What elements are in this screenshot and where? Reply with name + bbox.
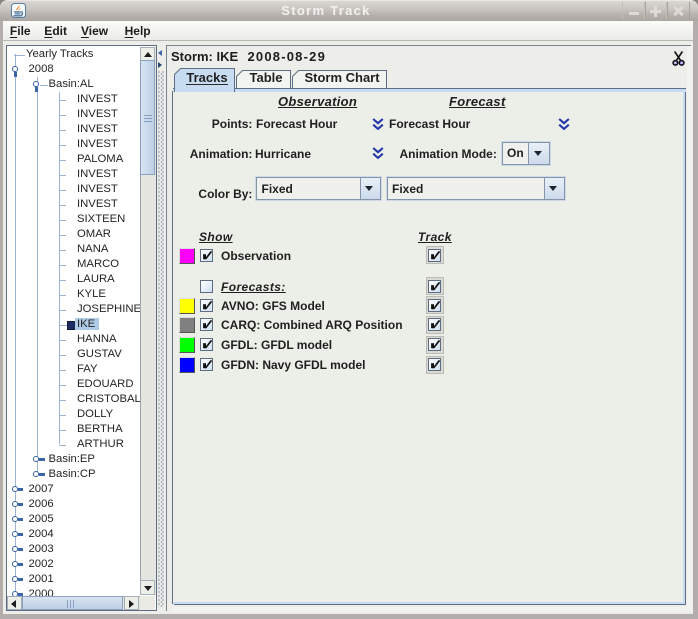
svg-text:Table: Table: [250, 70, 283, 85]
svg-text:Tracks: Tracks: [186, 70, 227, 85]
svg-text:Storm Chart: Storm Chart: [304, 70, 380, 85]
